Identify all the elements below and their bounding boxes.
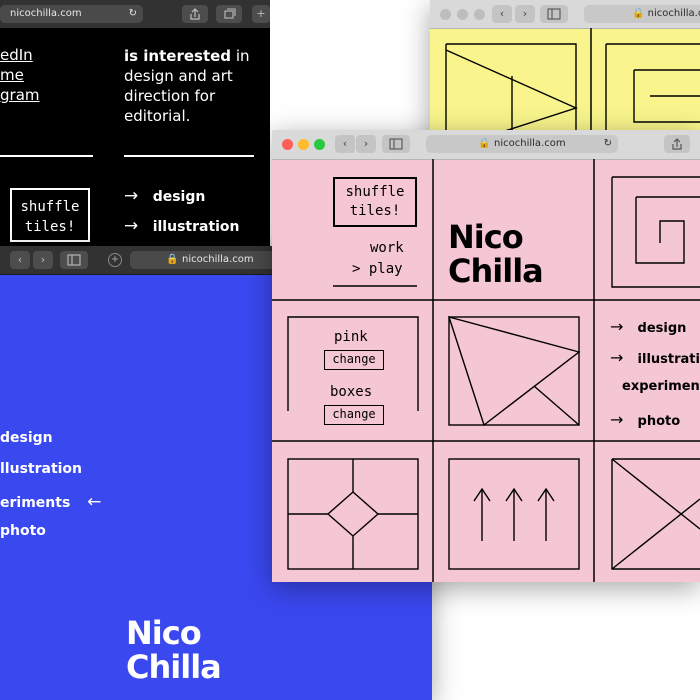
- forward-nav-button[interactable]: ›: [33, 251, 53, 269]
- share-icon: [190, 8, 200, 20]
- blue-menu-experiments-label: eriments: [0, 495, 71, 511]
- sidebar-icon: [547, 8, 561, 20]
- logo-line-1: Nico: [448, 218, 524, 256]
- blue-address-bar[interactable]: 🔒 nicochilla.com: [130, 251, 290, 269]
- pink-browser-window: ‹ › 🔒 nicochilla.com ↻ shuffle tiles! wo…: [272, 130, 700, 582]
- back-nav-button[interactable]: ‹: [492, 5, 512, 23]
- forward-nav-button[interactable]: ›: [515, 5, 535, 23]
- yellow-toolbar: ‹ › 🔒 nicochilla.c: [430, 0, 700, 29]
- sidebar-button[interactable]: [60, 251, 88, 269]
- blue-url-text: nicochilla.com: [182, 254, 254, 265]
- tabs-icon: [224, 8, 236, 19]
- share-button[interactable]: [664, 135, 690, 153]
- zoom-dot-icon[interactable]: [474, 9, 485, 20]
- back-link-linkedin[interactable]: edIn: [0, 46, 33, 64]
- arrow-right-icon: →: [124, 216, 139, 236]
- pink-label: pink: [334, 329, 368, 345]
- interest-line-1: in: [235, 47, 250, 65]
- pink-toolbar: ‹ › 🔒 nicochilla.com ↻: [272, 130, 700, 160]
- lock-icon: 🔒: [478, 138, 491, 149]
- pink-change-button[interactable]: change: [324, 350, 384, 370]
- chevron-right-icon: >: [352, 261, 361, 277]
- reload-icon[interactable]: ↻: [604, 135, 612, 153]
- pink-menu-photo[interactable]: → photo: [610, 410, 680, 429]
- logo-line-2: Chilla: [126, 648, 222, 686]
- blue-logo[interactable]: Nico Chilla: [126, 614, 222, 686]
- sidebar-button[interactable]: [540, 5, 568, 23]
- boxes-label: boxes: [330, 384, 373, 400]
- back-menu-illustration-label: illustration: [152, 219, 240, 235]
- back-shuffle-button[interactable]: shuffle tiles!: [10, 188, 90, 242]
- lock-icon: 🔒: [632, 8, 645, 19]
- back-menu-design-label: design: [152, 189, 206, 205]
- reload-icon[interactable]: ↻: [129, 5, 137, 23]
- arrow-left-icon: ←: [87, 492, 102, 512]
- blue-menu-design[interactable]: design: [0, 430, 53, 446]
- blue-plus-icon[interactable]: +: [108, 253, 122, 267]
- logo-line-1: Nico: [126, 614, 202, 652]
- back-menu-illustration[interactable]: → illustration: [124, 216, 240, 236]
- shuffle-line-2: tiles!: [349, 203, 401, 219]
- back-divider-right: [124, 155, 254, 157]
- yellow-address-bar[interactable]: 🔒 nicochilla.c: [584, 5, 700, 23]
- minimize-dot-icon[interactable]: [298, 139, 309, 150]
- arrow-right-icon: →: [610, 410, 624, 429]
- pink-menu-design[interactable]: → design: [610, 317, 686, 336]
- interest-line-4: editorial.: [124, 107, 191, 125]
- pink-address-bar[interactable]: 🔒 nicochilla.com ↻: [426, 135, 618, 153]
- arrow-right-icon: →: [610, 348, 624, 367]
- sidebar-icon: [389, 138, 403, 150]
- interest-line-3: direction for: [124, 87, 216, 105]
- sidebar-button[interactable]: [382, 135, 410, 153]
- back-link-home[interactable]: me: [0, 66, 24, 84]
- pink-menu-illustration[interactable]: → illustratio: [610, 348, 700, 367]
- new-tab-button[interactable]: +: [252, 5, 270, 23]
- back-nav-button[interactable]: ‹: [335, 135, 355, 153]
- back-divider-left: [0, 155, 93, 157]
- interest-bold: is interested: [124, 47, 232, 65]
- work-link[interactable]: work: [370, 240, 404, 256]
- arrow-right-icon: →: [610, 317, 624, 336]
- pink-menu-photo-label: photo: [637, 414, 681, 429]
- share-icon: [672, 138, 682, 150]
- blue-menu-illustration[interactable]: llustration: [0, 461, 82, 477]
- back-toolbar: nicochilla.com ↻ +: [0, 0, 270, 29]
- blue-menu-experiments[interactable]: eriments ←: [0, 492, 101, 512]
- pink-shuffle-button[interactable]: shuffle tiles!: [333, 177, 417, 227]
- lock-icon: 🔒: [166, 254, 179, 265]
- zoom-dot-icon[interactable]: [314, 139, 325, 150]
- close-dot-icon[interactable]: [282, 139, 293, 150]
- pink-menu-illustration-label: illustratio: [637, 352, 700, 367]
- back-url-text: nicochilla.com: [10, 8, 82, 19]
- boxes-change-button[interactable]: change: [324, 405, 384, 425]
- back-menu-design[interactable]: → design: [124, 186, 205, 206]
- tabs-button[interactable]: [216, 5, 242, 23]
- shuffle-line-1: shuffle: [20, 199, 80, 215]
- pink-logo[interactable]: Nico Chilla: [448, 218, 544, 290]
- forward-nav-button[interactable]: ›: [356, 135, 376, 153]
- blue-menu-photo[interactable]: photo: [0, 523, 46, 539]
- logo-line-2: Chilla: [448, 252, 544, 290]
- pink-menu-design-label: design: [637, 321, 687, 336]
- pink-menu-experiments[interactable]: experiment: [622, 379, 700, 394]
- arrow-right-icon: →: [124, 186, 139, 206]
- back-browser-window: nicochilla.com ↻ + edIn me gram is inter…: [0, 0, 270, 258]
- pink-url-text: nicochilla.com: [494, 138, 566, 149]
- back-nav-button[interactable]: ‹: [10, 251, 30, 269]
- interest-line-2: design and art: [124, 67, 233, 85]
- play-link[interactable]: > play: [352, 261, 403, 277]
- play-label: play: [368, 261, 403, 277]
- minimize-dot-icon[interactable]: [457, 9, 468, 20]
- yellow-url-text: nicochilla.c: [647, 8, 700, 19]
- back-interest-text: is interested in design and art directio…: [124, 46, 250, 126]
- back-address-bar[interactable]: nicochilla.com ↻: [0, 5, 143, 23]
- yellow-browser-window: ‹ › 🔒 nicochilla.c: [430, 0, 700, 150]
- sidebar-icon: [67, 254, 81, 266]
- close-dot-icon[interactable]: [440, 9, 451, 20]
- share-button[interactable]: [182, 5, 208, 23]
- shuffle-line-2: tiles!: [24, 219, 76, 235]
- back-link-instagram[interactable]: gram: [0, 86, 40, 104]
- shuffle-line-1: shuffle: [345, 184, 405, 200]
